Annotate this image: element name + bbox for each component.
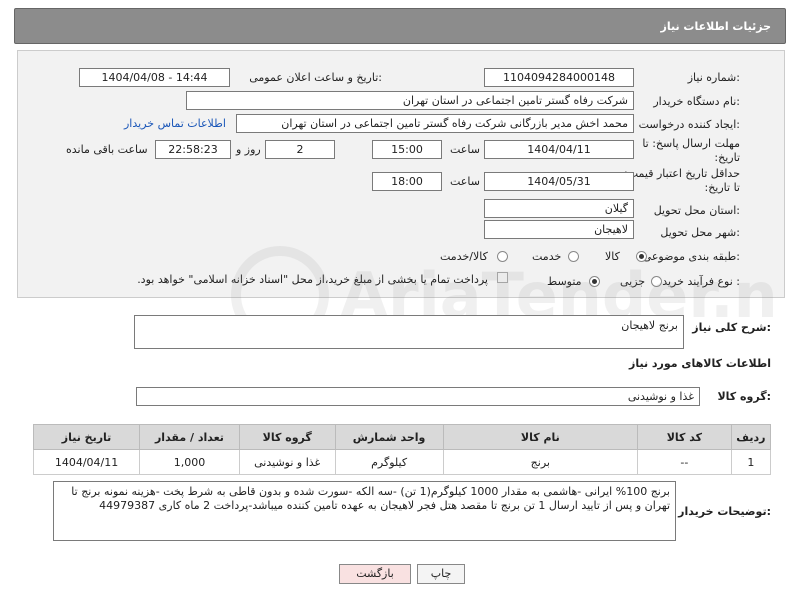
cell-unit: کیلوگرم: [334, 449, 444, 475]
payment-checkbox[interactable]: [497, 272, 508, 283]
col-unit: واحد شمارش: [334, 424, 444, 450]
items-table-header: ردیف کد کالا نام کالا واحد شمارش گروه کا…: [32, 424, 772, 450]
city-field[interactable]: لاهیجان: [484, 220, 634, 239]
col-code: کد کالا: [637, 424, 732, 450]
goods-group-label: گروه کالا:: [717, 390, 771, 403]
need-number-label: شماره نیاز:: [687, 71, 740, 84]
price-time-field[interactable]: 18:00: [372, 172, 442, 191]
buyer-notes-label: توضیحات خریدار:: [678, 505, 771, 518]
category-option-goods: کالا: [605, 250, 620, 263]
col-group: گروه کالا: [238, 424, 336, 450]
announce-datetime-label: تاریخ و ساعت اعلان عمومی:: [249, 71, 382, 84]
price-time-label: ساعت: [450, 175, 480, 188]
reply-deadline-label: مهلت ارسال پاسخ: تا تاریخ:: [642, 137, 740, 164]
announce-datetime-field[interactable]: 1404/04/08 - 14:44: [79, 68, 230, 87]
items-table: ردیف کد کالا نام کالا واحد شمارش گروه کا…: [32, 424, 772, 475]
col-name: نام کالا: [442, 424, 639, 450]
cell-row: 1: [730, 449, 772, 475]
summary-label: شرح کلی نیاز:: [692, 321, 771, 334]
buyer-notes-field[interactable]: برنج 100% ایرانی -هاشمی به مقدار 1000 کی…: [53, 481, 676, 541]
table-row[interactable]: 1 -- برنج کیلوگرم غذا و نوشیدنی 1,000 14…: [32, 449, 772, 475]
province-label: استان محل تحویل:: [653, 204, 740, 217]
page-title: جزئیات اطلاعات نیاز: [660, 20, 772, 33]
category-option-both: کالا/خدمت: [440, 250, 488, 263]
creator-label: ایجاد کننده درخواست:: [638, 118, 740, 131]
price-date-field[interactable]: 1404/05/31: [484, 172, 634, 191]
back-button[interactable]: بازگشت: [339, 564, 411, 584]
process-option-medium: متوسط: [547, 275, 582, 288]
payment-note: پرداخت تمام یا بخشی از مبلغ خرید،از محل …: [137, 273, 488, 286]
reply-date-field[interactable]: 1404/04/11: [484, 140, 634, 159]
reply-time-field[interactable]: 15:00: [372, 140, 442, 159]
process-option-minor: جزیی: [620, 275, 646, 288]
cell-quantity: 1,000: [139, 449, 240, 475]
remaining-label: ساعت باقی مانده: [66, 143, 148, 156]
days-field[interactable]: 2: [265, 140, 335, 159]
need-number-field[interactable]: 1104094284000148: [484, 68, 634, 87]
province-field[interactable]: گیلان: [484, 199, 634, 218]
remaining-time-field[interactable]: 22:58:23: [155, 140, 231, 159]
goods-group-field[interactable]: غذا و نوشیدنی: [136, 387, 700, 406]
goods-info-title: اطلاعات کالاهای مورد نیاز: [629, 357, 771, 370]
category-label: طبقه بندی موضوعی:: [642, 250, 740, 263]
process-type-label: نوع فرآیند خرید :: [662, 275, 740, 288]
category-radio-goods[interactable]: [636, 251, 647, 262]
price-validity-label: حداقل تاریخ اعتبار قیمت: تا تاریخ:: [624, 167, 740, 194]
reply-time-label: ساعت: [450, 143, 480, 156]
buyer-org-field[interactable]: شرکت رفاه گستر تامین اجتماعی در استان ته…: [186, 91, 634, 110]
buyer-contact-link[interactable]: اطلاعات تماس خریدار: [124, 117, 226, 130]
cell-group: غذا و نوشیدنی: [238, 449, 336, 475]
category-radio-service[interactable]: [568, 251, 579, 262]
cell-date: 1404/04/11: [32, 449, 141, 475]
cell-code: --: [637, 449, 732, 475]
category-radio-both[interactable]: [497, 251, 508, 262]
cell-name: برنج: [442, 449, 639, 475]
buyer-org-label: نام دستگاه خریدار:: [653, 95, 740, 108]
summary-field[interactable]: برنج لاهیجان: [134, 315, 684, 349]
creator-field[interactable]: محمد اخش مدیر بازرگانی شرکت رفاه گستر تا…: [236, 114, 634, 133]
process-radio-medium[interactable]: [589, 276, 600, 287]
page-header: جزئیات اطلاعات نیاز: [14, 8, 786, 44]
col-date: تاریخ نیاز: [32, 424, 141, 450]
print-button[interactable]: چاپ: [417, 564, 465, 584]
col-quantity: تعداد / مقدار: [139, 424, 240, 450]
category-option-service: خدمت: [532, 250, 562, 263]
col-row: ردیف: [730, 424, 772, 450]
city-label: شهر محل تحویل:: [660, 226, 740, 239]
process-radio-minor[interactable]: [651, 276, 662, 287]
days-label: روز و: [236, 143, 261, 156]
